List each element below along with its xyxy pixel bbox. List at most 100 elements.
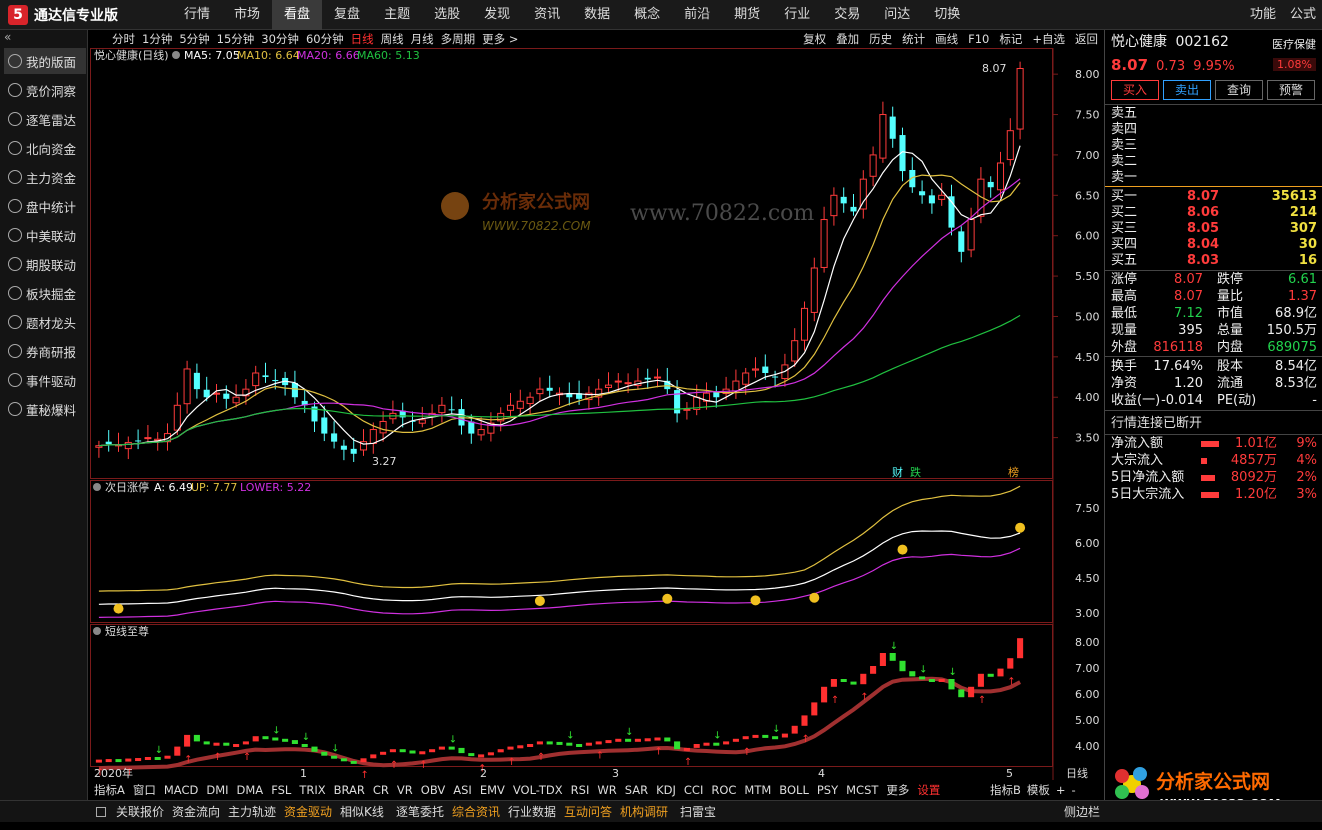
bottom-tab-1[interactable]: 资金流向 [172, 801, 220, 823]
indicator-tab-24[interactable]: 更多 [882, 781, 913, 799]
bottom-tab-8[interactable]: 互动问答 [564, 801, 612, 823]
indicator-tab-17[interactable]: KDJ [652, 781, 680, 799]
bottom-tab-10[interactable]: 扫雷宝 [680, 801, 716, 823]
period-tab-10[interactable]: 更多 > [482, 30, 518, 48]
tool-4[interactable]: 画线 [935, 30, 958, 48]
bottom-tab-3[interactable]: 资金驱动 [284, 801, 332, 823]
menu-item-3[interactable]: 复盘 [322, 0, 372, 30]
sidebar-item-4[interactable]: 主力资金 [4, 164, 86, 190]
tool-7[interactable]: +自选 [1032, 30, 1065, 48]
bottom-toggle-icon[interactable] [96, 807, 106, 817]
indicator-tab-16[interactable]: SAR [621, 781, 652, 799]
indicator-tab-13[interactable]: VOL-TDX [509, 781, 567, 799]
tool-8[interactable]: 返回 [1075, 30, 1098, 48]
sidebar-item-0[interactable]: 我的版面 [4, 48, 86, 74]
period-tab-6[interactable]: 日线 [351, 30, 374, 48]
menu-item-4[interactable]: 主题 [372, 0, 422, 30]
tool-3[interactable]: 统计 [902, 30, 925, 48]
indicator-tab-15[interactable]: WR [593, 781, 620, 799]
indicator-tab-6[interactable]: TRIX [295, 781, 329, 799]
indicator-tab-1[interactable]: 窗口 [129, 781, 160, 799]
indicator-tab-9[interactable]: VR [393, 781, 417, 799]
sidebar-item-10[interactable]: 券商研报 [4, 338, 86, 364]
indicator-tab-18[interactable]: CCI [680, 781, 707, 799]
menu-item-2[interactable]: 看盘 [272, 0, 323, 30]
menu-item-1[interactable]: 市场 [222, 0, 272, 30]
bottom-tab-7[interactable]: 行业数据 [508, 801, 556, 823]
menu-item-10[interactable]: 前沿 [672, 0, 722, 30]
period-tab-9[interactable]: 多周期 [441, 30, 476, 48]
menu-item-13[interactable]: 交易 [822, 0, 872, 30]
menu-item-11[interactable]: 期货 [722, 0, 772, 30]
quote-btn-2[interactable]: 查询 [1215, 80, 1263, 100]
sidebar-item-6[interactable]: 中美联动 [4, 222, 86, 248]
period-tab-5[interactable]: 60分钟 [306, 30, 344, 48]
menu-item-6[interactable]: 发现 [472, 0, 522, 30]
sidebar-toggle[interactable]: 侧边栏 [1064, 801, 1100, 823]
quote-btn-1[interactable]: 卖出 [1163, 80, 1211, 100]
indicator-tab-21[interactable]: BOLL [775, 781, 813, 799]
quote-sector[interactable]: 医疗保健 [1272, 36, 1316, 52]
bottom-tab-4[interactable]: 相似K线 [340, 801, 384, 823]
indicator-tab-2[interactable]: MACD [160, 781, 202, 799]
bottom-tab-0[interactable]: 关联报价 [116, 801, 164, 823]
indicator-tab-22[interactable]: PSY [813, 781, 842, 799]
indicator-tab-8[interactable]: CR [369, 781, 393, 799]
bottom-tab-5[interactable]: 逐笔委托 [396, 801, 444, 823]
indicator-tab-4[interactable]: DMA [233, 781, 268, 799]
tool-6[interactable]: 标记 [999, 30, 1022, 48]
indicator-tab-10[interactable]: OBV [417, 781, 449, 799]
quote-btn-3[interactable]: 预警 [1267, 80, 1315, 100]
bottom-tab-2[interactable]: 主力轨迹 [228, 801, 276, 823]
menu-right-0[interactable]: 功能 [1250, 0, 1276, 30]
kline-chart[interactable]: 分析家公式网 WWW.70822.COM www.70822.com 悦心健康(… [90, 48, 1102, 780]
indicator-tab-20[interactable]: MTM [740, 781, 775, 799]
period-tab-4[interactable]: 30分钟 [261, 30, 299, 48]
bottom-tab-9[interactable]: 机构调研 [620, 801, 668, 823]
indicator-tab-3[interactable]: DMI [202, 781, 232, 799]
indicator-tab-11[interactable]: ASI [449, 781, 476, 799]
menu-item-9[interactable]: 概念 [622, 0, 672, 30]
bottom-tab-6[interactable]: 综合资讯 [452, 801, 500, 823]
indicator-tab-5[interactable]: FSL [267, 781, 295, 799]
menu-item-12[interactable]: 行业 [772, 0, 822, 30]
indicator-tab-25[interactable]: 设置 [913, 781, 944, 799]
indicator-tab-7[interactable]: BRAR [330, 781, 369, 799]
sidebar-item-12[interactable]: 董秘爆料 [4, 396, 86, 422]
tool-5[interactable]: F10 [968, 30, 989, 48]
indicator-right-3[interactable]: - [1072, 781, 1076, 799]
period-tab-3[interactable]: 15分钟 [217, 30, 255, 48]
indicator-tab-0[interactable]: 指标A [90, 781, 129, 799]
sidebar-item-9[interactable]: 题材龙头 [4, 309, 86, 335]
sidebar-item-2[interactable]: 逐笔雷达 [4, 106, 86, 132]
indicator-tab-14[interactable]: RSI [567, 781, 594, 799]
tool-1[interactable]: 叠加 [836, 30, 859, 48]
sidebar-item-7[interactable]: 期股联动 [4, 251, 86, 277]
period-tab-2[interactable]: 5分钟 [179, 30, 209, 48]
indicator-right-0[interactable]: 指标B [990, 781, 1021, 799]
tool-0[interactable]: 复权 [803, 30, 826, 48]
period-tab-0[interactable]: 分时 [112, 30, 135, 48]
period-tab-1[interactable]: 1分钟 [142, 30, 172, 48]
quote-btn-0[interactable]: 买入 [1111, 80, 1159, 100]
sidebar-item-11[interactable]: 事件驱动 [4, 367, 86, 393]
menu-right-1[interactable]: 公式 [1290, 0, 1316, 30]
sidebar-item-3[interactable]: 北向资金 [4, 135, 86, 161]
menu-item-15[interactable]: 切换 [922, 0, 972, 30]
indicator-right-1[interactable]: 模板 [1027, 781, 1050, 799]
menu-item-8[interactable]: 数据 [572, 0, 622, 30]
indicator-tab-12[interactable]: EMV [476, 781, 509, 799]
sidebar-item-5[interactable]: 盘中统计 [4, 193, 86, 219]
tool-2[interactable]: 历史 [869, 30, 892, 48]
menu-item-5[interactable]: 选股 [422, 0, 472, 30]
indicator-right-2[interactable]: + [1056, 781, 1066, 799]
indicator-tab-23[interactable]: MCST [842, 781, 882, 799]
period-tab-7[interactable]: 周线 [381, 30, 404, 48]
menu-item-7[interactable]: 资讯 [522, 0, 572, 30]
menu-item-0[interactable]: 行情 [172, 0, 222, 30]
period-tab-8[interactable]: 月线 [411, 30, 434, 48]
menu-item-14[interactable]: 问达 [872, 0, 922, 30]
indicator-tab-19[interactable]: ROC [707, 781, 740, 799]
sidebar-item-1[interactable]: 竞价洞察 [4, 77, 86, 103]
sidebar-item-8[interactable]: 板块掘金 [4, 280, 86, 306]
